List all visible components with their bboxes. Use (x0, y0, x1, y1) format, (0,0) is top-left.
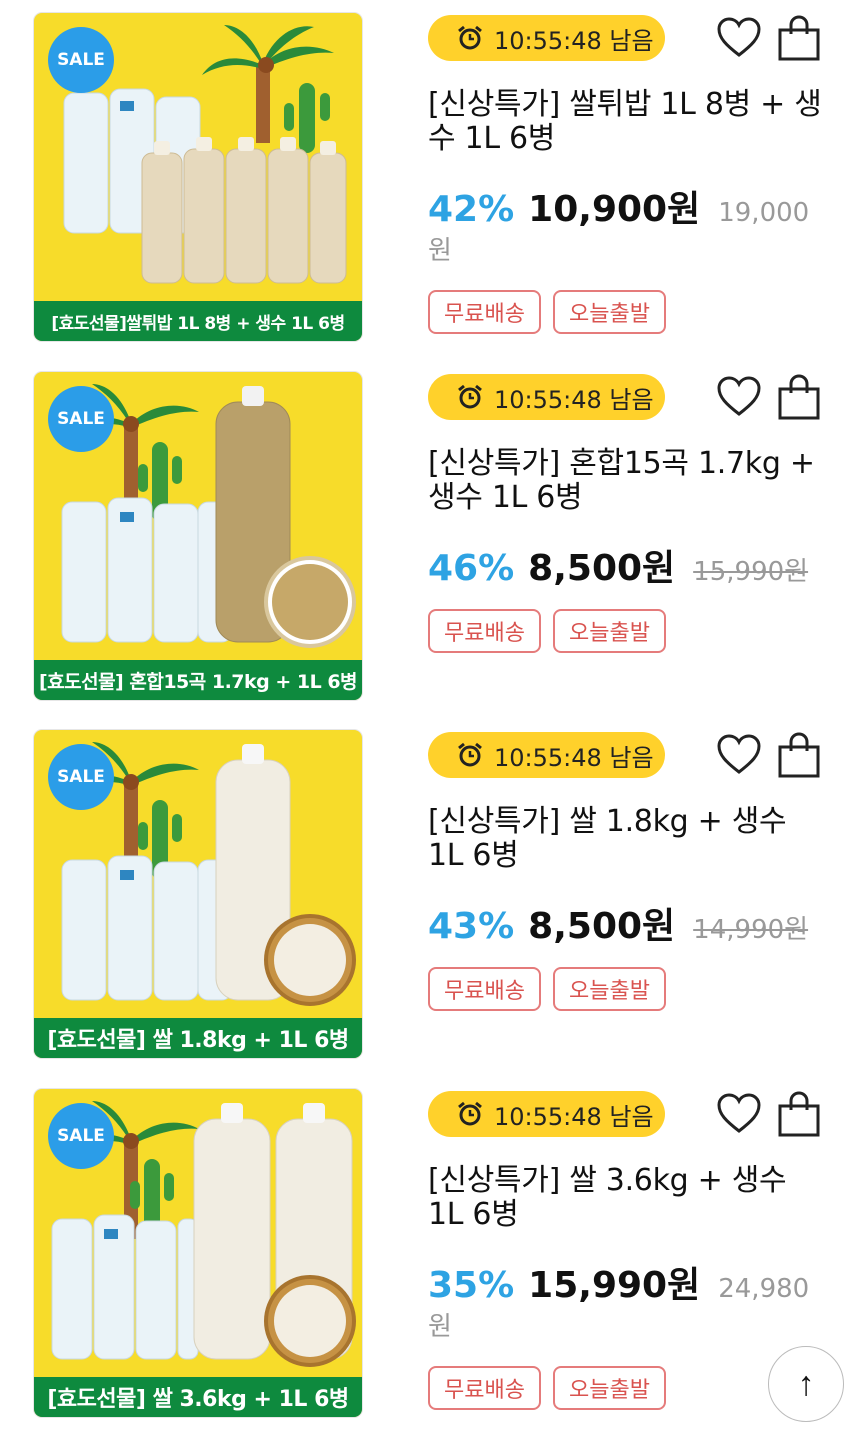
original-price: 24,980 (718, 1274, 810, 1304)
arrow-up-icon: ↑ (797, 1364, 815, 1403)
original-price: 14,990원 (693, 915, 809, 945)
product-title[interactable]: [신상특가] 혼합15곡 1.7kg + 생수 1L 6병 (428, 447, 828, 515)
heart-icon (717, 376, 761, 416)
scroll-to-top-button[interactable]: ↑ (768, 1346, 844, 1422)
tag-list: 무료배송 오늘출발 (428, 1366, 666, 1410)
product-card[interactable]: SALE [효도선물] 혼합15곡 1.7kg + 1L 6병 10:55:48… (0, 359, 854, 717)
timer-text: 10:55:48 남음 (494, 385, 654, 414)
timer-text: 10:55:48 남음 (494, 743, 654, 772)
discount-rate: 35% (428, 1265, 515, 1306)
sale-price: 8,500원 (528, 548, 676, 589)
wishlist-button[interactable] (716, 16, 762, 60)
image-caption-banner: [효도선물]쌀튀밥 1L 8병 + 생수 1L 6병 (34, 301, 362, 341)
image-caption-banner: [효도선물] 혼합15곡 1.7kg + 1L 6병 (34, 660, 362, 700)
price-row: 43% 8,500원 14,990원 (428, 897, 828, 949)
product-thumbnail[interactable]: SALE [효도선물] 혼합15곡 1.7kg + 1L 6병 (34, 372, 362, 700)
original-price-unit: 원 (428, 1312, 452, 1342)
tag-list: 무료배송 오늘출발 (428, 967, 666, 1011)
timer-text: 10:55:48 남음 (494, 26, 654, 55)
ships-today-tag: 오늘출발 (552, 290, 666, 334)
heart-icon (717, 734, 761, 774)
countdown-timer: 10:55:48 남음 (428, 732, 665, 778)
alarm-clock-icon (458, 1101, 482, 1126)
free-shipping-tag: 무료배송 (428, 609, 541, 653)
alarm-clock-icon (458, 25, 482, 50)
heart-icon (717, 17, 761, 57)
alarm-clock-icon (458, 384, 482, 409)
ships-today-tag: 오늘출발 (552, 609, 666, 653)
product-thumbnail[interactable]: SALE [효도선물] 쌀 1.8kg + 1L 6병 (34, 730, 362, 1058)
free-shipping-tag: 무료배송 (428, 967, 541, 1011)
original-price: 15,990원 (693, 557, 809, 587)
timer-text: 10:55:48 남음 (494, 1102, 654, 1131)
sale-price: 8,500원 (528, 906, 676, 947)
ships-today-tag: 오늘출발 (552, 1366, 666, 1410)
original-price: 19,000 (718, 198, 810, 228)
shopping-bag-icon (778, 1091, 820, 1137)
product-title[interactable]: [신상특가] 쌀 3.6kg + 생수 1L 6병 (428, 1164, 828, 1232)
product-thumbnail[interactable]: SALE [효도선물]쌀튀밥 1L 8병 + 생수 1L 6병 (34, 13, 362, 341)
shopping-bag-icon (778, 374, 820, 420)
product-card[interactable]: SALE [효도선물] 쌀 1.8kg + 1L 6병 10:55:48 남음 … (0, 717, 854, 1075)
product-title[interactable]: [신상특가] 쌀 1.8kg + 생수 1L 6병 (428, 805, 828, 873)
wishlist-button[interactable] (716, 375, 762, 419)
sale-badge: SALE (48, 744, 114, 810)
free-shipping-tag: 무료배송 (428, 290, 541, 334)
add-to-cart-button[interactable] (776, 731, 822, 779)
tag-list: 무료배송 오늘출발 (428, 290, 666, 334)
product-title[interactable]: [신상특가] 쌀튀밥 1L 8병 + 생수 1L 6병 (428, 88, 828, 156)
add-to-cart-button[interactable] (776, 14, 822, 62)
wishlist-button[interactable] (716, 1092, 762, 1136)
sale-price: 10,900원 (528, 189, 701, 230)
add-to-cart-button[interactable] (776, 1090, 822, 1138)
add-to-cart-button[interactable] (776, 373, 822, 421)
wishlist-button[interactable] (716, 733, 762, 777)
heart-icon (717, 1093, 761, 1133)
sale-price: 15,990원 (528, 1265, 701, 1306)
discount-rate: 43% (428, 906, 515, 947)
countdown-timer: 10:55:48 남음 (428, 1091, 665, 1137)
sale-badge: SALE (48, 1103, 114, 1169)
product-card[interactable]: SALE [효도선물] 쌀 3.6kg + 1L 6병 10:55:48 남음 … (0, 1076, 854, 1434)
discount-rate: 46% (428, 548, 515, 589)
countdown-timer: 10:55:48 남음 (428, 374, 665, 420)
image-caption-banner: [효도선물] 쌀 3.6kg + 1L 6병 (34, 1377, 362, 1417)
shopping-bag-icon (778, 15, 820, 61)
original-price-unit: 원 (428, 236, 452, 266)
free-shipping-tag: 무료배송 (428, 1366, 541, 1410)
shopping-bag-icon (778, 732, 820, 778)
alarm-clock-icon (458, 742, 482, 767)
ships-today-tag: 오늘출발 (552, 967, 666, 1011)
price-row: 46% 8,500원 15,990원 (428, 539, 828, 591)
discount-rate: 42% (428, 189, 515, 230)
price-row: 42% 10,900원 19,000 (428, 180, 828, 232)
product-thumbnail[interactable]: SALE [효도선물] 쌀 3.6kg + 1L 6병 (34, 1089, 362, 1417)
countdown-timer: 10:55:48 남음 (428, 15, 665, 61)
tag-list: 무료배송 오늘출발 (428, 609, 666, 653)
price-row: 35% 15,990원 24,980 (428, 1256, 828, 1308)
sale-badge: SALE (48, 386, 114, 452)
product-card[interactable]: SALE [효도선물]쌀튀밥 1L 8병 + 생수 1L 6병 10:55:48… (0, 0, 854, 358)
image-caption-banner: [효도선물] 쌀 1.8kg + 1L 6병 (34, 1018, 362, 1058)
sale-badge: SALE (48, 27, 114, 93)
